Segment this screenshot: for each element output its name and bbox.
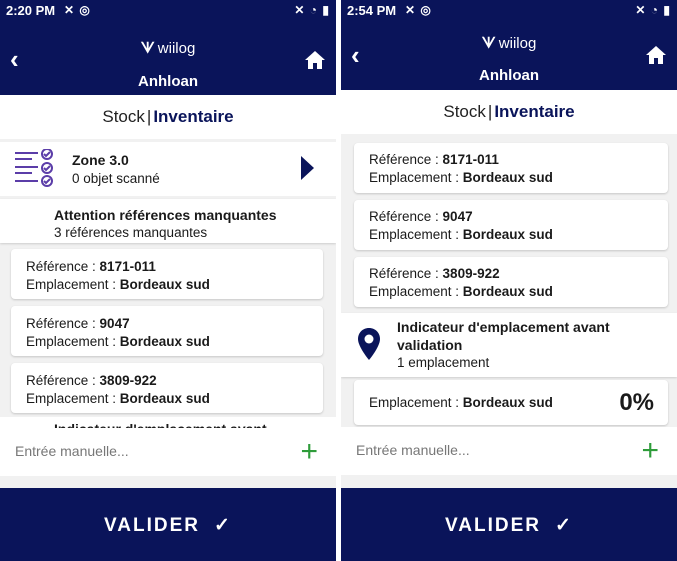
check-icon: ✓: [555, 515, 573, 536]
page-title: Anhloan: [479, 67, 539, 84]
battery-icon: ✕ ◔ ▮: [635, 3, 671, 17]
home-button[interactable]: [304, 50, 326, 75]
add-icon[interactable]: +: [641, 436, 659, 466]
reference-value: 8171-011: [99, 259, 156, 274]
location-value: Bordeaux sud: [119, 391, 210, 406]
home-icon: [646, 46, 666, 64]
validate-button[interactable]: VALIDER ✓: [0, 488, 336, 561]
location-indicator-header: Indicateur d'emplacement avant validatio…: [341, 313, 677, 377]
left-screen: 2:20 PM ✕ ◎ ✕ ◔ ▮ ‹ ᗐ wiilog Anhloan Stoc…: [0, 0, 336, 561]
status-time: 2:54 PM: [347, 3, 397, 18]
brand-logo: ᗐ wiilog: [140, 40, 196, 57]
check-icon: ✓: [214, 515, 232, 536]
list-item[interactable]: Référence : 3809-922 Emplacement : Borde…: [11, 363, 323, 413]
right-screen: 2:54 PM ✕ ◎ ✕ ◔ ▮ ‹ ᗐ wiilog Anhloan Stoc…: [341, 0, 677, 561]
page-title: Anhloan: [138, 73, 198, 90]
play-arrow-icon[interactable]: [301, 156, 314, 180]
location-value: Bordeaux sud: [119, 277, 210, 292]
tab-inventaire[interactable]: Inventaire: [494, 102, 574, 121]
manual-entry[interactable]: Entrée manuelle... +: [0, 428, 336, 476]
indicator-title: Indicateur d'emplacement avant validatio…: [397, 319, 610, 353]
wiilog-logo-icon: ᗐ: [481, 35, 496, 52]
tab-bar: Stock | Inventaire: [341, 90, 677, 134]
zone-count: 0 objet scanné: [72, 171, 160, 186]
manual-entry-placeholder[interactable]: Entrée manuelle...: [356, 442, 470, 458]
add-icon[interactable]: +: [300, 437, 318, 467]
tab-stock[interactable]: Stock: [443, 102, 486, 121]
list-item[interactable]: Référence : 8171-011 Emplacement : Borde…: [11, 249, 323, 299]
battery-icon: ✕ ◔ ▮: [294, 3, 330, 17]
list-item[interactable]: Référence : 8171-011 Emplacement : Borde…: [354, 143, 668, 193]
tab-inventaire[interactable]: Inventaire: [153, 107, 233, 126]
indicator-subtitle: 1 emplacement: [397, 355, 490, 370]
warning-subtitle: 3 références manquantes: [54, 225, 208, 240]
home-icon: [305, 51, 325, 69]
tab-bar: Stock | Inventaire: [0, 95, 336, 139]
status-bar: 2:54 PM ✕ ◎ ✕ ◔ ▮: [341, 0, 677, 20]
status-time: 2:20 PM: [6, 3, 56, 18]
checklist-icon: [15, 149, 53, 187]
status-bar: 2:20 PM ✕ ◎ ✕ ◔ ▮: [0, 0, 336, 20]
zone-name: Zone 3.0: [72, 152, 129, 168]
list-item[interactable]: Référence : 9047 Emplacement : Bordeaux …: [11, 306, 323, 356]
list-item[interactable]: Référence : 3809-922 Emplacement : Borde…: [354, 257, 668, 307]
tab-separator: |: [146, 107, 152, 126]
location-pin-icon: [358, 328, 380, 360]
brand-logo: ᗐ wiilog: [481, 35, 537, 52]
mute-icon: ✕ ◎: [64, 3, 91, 17]
list-item[interactable]: Référence : 9047 Emplacement : Bordeaux …: [354, 200, 668, 250]
reference-value: 8171-011: [442, 152, 499, 167]
manual-entry-placeholder[interactable]: Entrée manuelle...: [15, 443, 129, 459]
zone-header[interactable]: Zone 3.0 0 objet scanné: [0, 142, 336, 196]
manual-entry[interactable]: Entrée manuelle... +: [341, 427, 677, 475]
location-progress-row[interactable]: Emplacement : Bordeaux sud 0%: [354, 380, 668, 425]
progress-percent: 0%: [619, 389, 654, 416]
home-button[interactable]: [645, 45, 667, 70]
reference-value: 3809-922: [99, 373, 157, 388]
mute-icon: ✕ ◎: [405, 3, 432, 17]
app-bar: ‹ ᗐ wiilog Anhloan: [341, 20, 677, 90]
reference-value: 9047: [99, 316, 130, 331]
location-value: Bordeaux sud: [119, 334, 210, 349]
location-value: Bordeaux sud: [462, 170, 553, 185]
tab-separator: |: [487, 102, 493, 121]
tab-stock[interactable]: Stock: [102, 107, 145, 126]
app-bar: ‹ ᗐ wiilog Anhloan: [0, 20, 336, 95]
location-value: Bordeaux sud: [462, 284, 553, 299]
reference-value: 3809-922: [442, 266, 500, 281]
wiilog-logo-icon: ᗐ: [140, 40, 155, 57]
warning-title: Attention références manquantes: [54, 207, 277, 223]
reference-value: 9047: [442, 209, 473, 224]
location-value: Bordeaux sud: [462, 227, 553, 242]
missing-references-warning: Attention références manquantes 3 référe…: [0, 199, 336, 243]
validate-button[interactable]: VALIDER ✓: [341, 488, 677, 561]
location-value: Bordeaux sud: [462, 395, 553, 410]
